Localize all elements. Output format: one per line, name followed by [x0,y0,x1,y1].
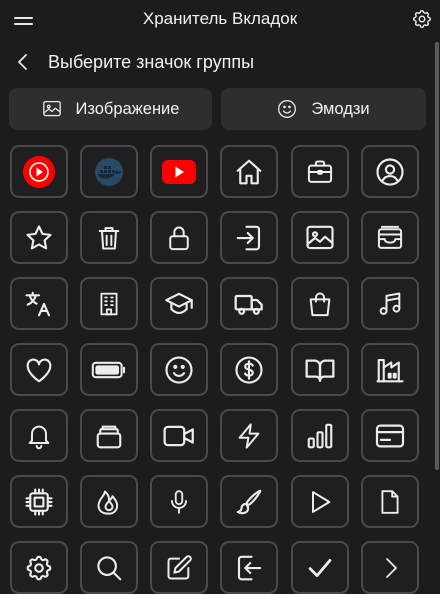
icon-tile-youtube-music[interactable] [10,145,68,198]
icon-tile-microphone[interactable] [150,475,208,528]
icon-tile-youtube[interactable] [150,145,208,198]
briefcase-icon [305,158,335,186]
icon-tile-star[interactable] [10,211,68,264]
icon-tile-document[interactable] [361,475,419,528]
icon-tile-heart[interactable] [10,343,68,396]
icon-tile-truck[interactable] [220,277,278,330]
image-icon [305,224,335,252]
icon-tile-fire[interactable] [80,475,138,528]
icon-tile-music-note[interactable] [361,277,419,330]
docker-icon [91,157,127,187]
video-camera-icon [162,422,196,450]
shopping-bag-icon [306,289,334,319]
fire-icon [95,487,123,517]
icon-tile-cpu-chip[interactable] [10,475,68,528]
smiley-icon [164,355,194,385]
image-type-label: Изображение [75,99,180,118]
microphone-icon [166,487,192,517]
building-icon [96,289,122,319]
credit-card-icon [374,423,406,449]
icon-tile-inbox[interactable] [361,211,419,264]
scrollbar-thumb[interactable] [435,42,439,470]
star-icon [24,223,54,253]
edit-icon [165,554,193,582]
scrollbar[interactable] [434,40,440,593]
lock-icon [165,223,193,253]
icon-tile-chevron-right[interactable] [361,541,419,594]
icon-tile-video-camera[interactable] [150,409,208,462]
icon-tile-bar-chart[interactable] [291,409,349,462]
icon-tile-check[interactable] [291,541,349,594]
youtube-icon [161,159,197,185]
icon-tile-dollar[interactable] [220,343,278,396]
icon-tile-user-circle[interactable] [361,145,419,198]
icon-tile-briefcase[interactable] [291,145,349,198]
play-icon [306,487,334,517]
icon-tile-lightning[interactable] [220,409,278,462]
translate-icon [24,289,54,319]
icon-tile-graduation-cap[interactable] [150,277,208,330]
login-icon [234,223,264,253]
gear-icon [24,553,54,583]
icon-tile-credit-card[interactable] [361,409,419,462]
icon-tile-edit[interactable] [150,541,208,594]
icon-tile-lock[interactable] [150,211,208,264]
lightning-icon [235,421,263,451]
icon-tile-play[interactable] [291,475,349,528]
back-chevron-icon[interactable] [13,52,33,72]
emoji-type-button[interactable]: Эмодзи [221,88,426,130]
icon-tile-stack[interactable] [80,409,138,462]
page-title: Выберите значок группы [48,52,255,72]
music-note-icon [376,289,404,319]
paintbrush-icon [234,487,264,517]
graduation-cap-icon [163,290,195,318]
dollar-icon [234,355,264,385]
inbox-icon [375,224,405,252]
trash-icon [95,223,123,253]
search-icon [94,553,124,583]
icon-tile-book[interactable] [291,343,349,396]
icon-tile-logout[interactable] [220,541,278,594]
sub-header: Выберите значок группы [0,42,434,82]
chevron-right-icon [378,553,402,583]
home-icon [234,157,264,187]
bell-icon [25,421,53,451]
stack-icon [94,422,124,450]
icon-tile-shopping-bag[interactable] [291,277,349,330]
icon-tile-search[interactable] [80,541,138,594]
document-icon [377,487,403,517]
logout-icon [234,553,264,583]
icon-tile-paintbrush[interactable] [220,475,278,528]
factory-icon [375,355,405,385]
battery-icon [91,359,127,381]
icon-tile-factory[interactable] [361,343,419,396]
icon-tile-gear[interactable] [10,541,68,594]
heart-icon [24,356,54,384]
icon-tile-image[interactable] [291,211,349,264]
user-circle-icon [375,157,405,187]
youtube-music-icon [22,155,56,189]
icon-tile-trash[interactable] [80,211,138,264]
bar-chart-icon [305,421,335,451]
image-icon [42,100,61,117]
icon-tile-smiley[interactable] [150,343,208,396]
app-title: Хранитель Вкладок [142,9,298,28]
emoji-type-label: Эмодзи [311,99,370,118]
book-icon [304,356,336,384]
icon-tile-battery[interactable] [80,343,138,396]
check-icon [305,554,335,582]
icon-tile-building[interactable] [80,277,138,330]
truck-icon [233,290,265,318]
cpu-chip-icon [24,487,54,517]
icon-tile-home[interactable] [220,145,278,198]
top-bar: Хранитель Вкладок [0,0,440,40]
icon-tile-translate[interactable] [10,277,68,330]
gear-icon[interactable] [411,8,433,30]
image-type-button[interactable]: Изображение [9,88,212,130]
icon-tile-login[interactable] [220,211,278,264]
icon-tile-bell[interactable] [10,409,68,462]
icon-tile-docker[interactable] [80,145,138,198]
smiley-icon [278,100,297,118]
